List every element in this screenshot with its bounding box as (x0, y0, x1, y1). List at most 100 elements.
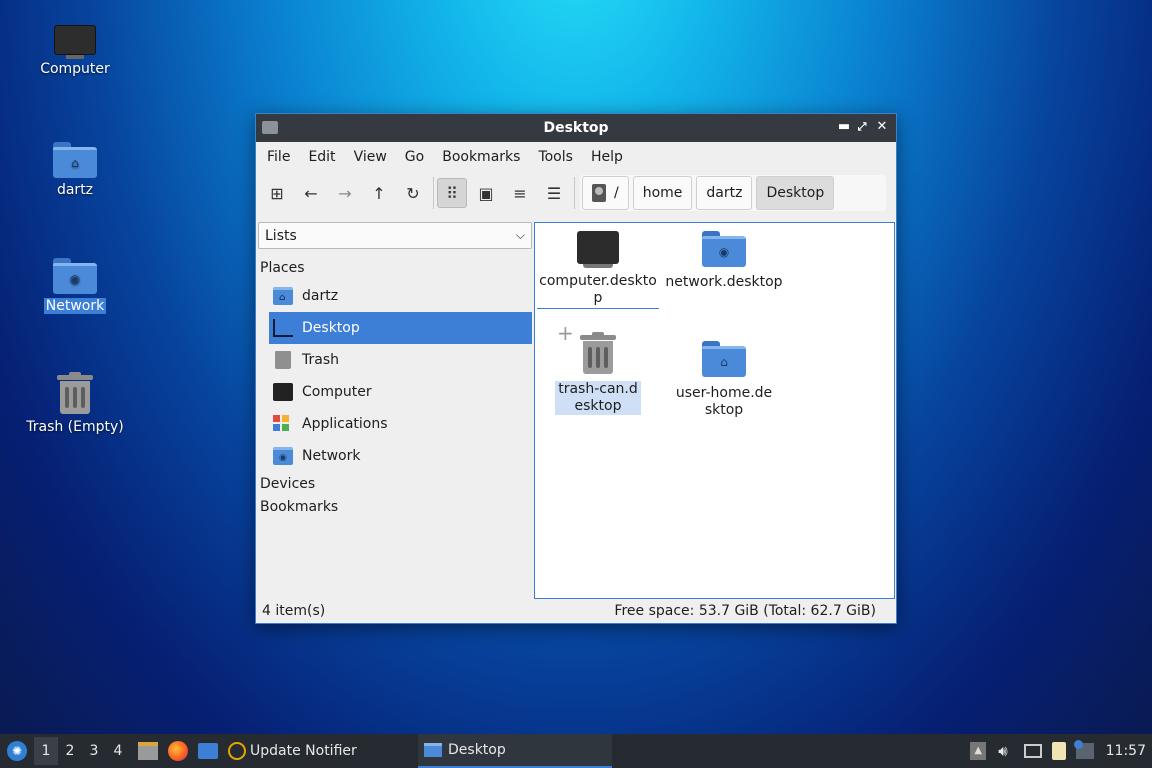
sidebar-item-label: Computer (302, 384, 372, 400)
clipboard-icon[interactable] (1051, 742, 1066, 760)
file-view[interactable]: computer.desktop ◉ network.desktop + tra… (534, 222, 895, 599)
menu-bookmarks[interactable]: Bookmarks (433, 149, 529, 165)
lubuntu-logo-icon: ✺ (7, 741, 27, 761)
monitor-icon (273, 383, 293, 401)
compact-view-button[interactable]: ≡ (505, 178, 535, 208)
trash-icon (580, 332, 616, 375)
menu-go[interactable]: Go (396, 149, 433, 165)
task-desktop[interactable]: Desktop (418, 734, 612, 768)
item-count: 4 item(s) (262, 603, 326, 619)
sidebar-item-applications[interactable]: Applications (269, 408, 532, 440)
thumbnail-view-button[interactable]: ▣ (471, 178, 501, 208)
monitor-icon (577, 231, 619, 269)
file-manager-window: Desktop ▬ ⤢ ✕ File Edit View Go Bookmark… (255, 113, 897, 624)
file-item-user-home-desktop[interactable]: ⌂ user-home.desktop (663, 341, 785, 419)
file-item-computer-desktop[interactable]: computer.desktop (537, 231, 659, 309)
menu-help[interactable]: Help (582, 149, 632, 165)
workspace-1[interactable]: 1 (34, 737, 58, 765)
workspace-4[interactable]: 4 (106, 743, 130, 759)
toolbar-separator (433, 177, 434, 209)
menu-file[interactable]: File (258, 149, 299, 165)
side-pane: Lists ⌵ Places ⌂ dartz Desktop Trash Com… (258, 222, 532, 601)
network-folder-icon: ◉ (273, 447, 293, 465)
sidebar-item-network[interactable]: ◉ Network (269, 440, 532, 472)
file-name: user-home.desktop (675, 385, 773, 418)
start-menu-button[interactable]: ✺ (0, 734, 34, 768)
clock[interactable]: 11:57 (1106, 743, 1146, 759)
home-folder-icon: ⌂ (53, 142, 97, 178)
applications-icon (273, 415, 291, 433)
home-folder-icon: ⌂ (702, 341, 746, 377)
plus-icon: + (557, 321, 574, 345)
desktop-icon-trash[interactable]: Trash (Empty) (20, 372, 130, 435)
folder-icon (424, 743, 442, 757)
desktop-icon-dartz[interactable]: ⌂ dartz (20, 142, 130, 198)
maximize-button[interactable]: ⤢ (854, 119, 870, 135)
desktop-icon-label: dartz (56, 182, 94, 198)
sidebar-item-label: dartz (302, 288, 339, 304)
update-alert-icon[interactable] (1073, 740, 1094, 759)
new-tab-button[interactable]: ⊞ (262, 178, 292, 208)
task-label: Desktop (448, 742, 506, 758)
firefox-launcher-icon[interactable] (168, 741, 188, 761)
path-root-button[interactable]: / (582, 176, 629, 210)
workspace-2[interactable]: 2 (58, 743, 82, 759)
devices-header[interactable]: Devices (258, 472, 532, 496)
file-manager-launcher-icon[interactable] (138, 742, 158, 760)
path-bar: / home dartz Desktop (580, 175, 886, 211)
task-label: Update Notifier (250, 743, 357, 759)
network-folder-icon: ◉ (702, 231, 746, 267)
sidebar-item-trash[interactable]: Trash (269, 344, 532, 376)
free-space: Free space: 53.7 GiB (Total: 62.7 GiB) (614, 603, 876, 619)
side-pane-mode-value: Lists (265, 227, 297, 244)
sidebar-item-label: Network (302, 448, 361, 464)
menu-edit[interactable]: Edit (299, 149, 344, 165)
file-item-network-desktop[interactable]: ◉ network.desktop (663, 231, 785, 291)
toolbar-separator (574, 177, 575, 209)
desktop-icon (273, 319, 293, 337)
close-button[interactable]: ✕ (874, 119, 890, 135)
desktop-icon-network[interactable]: ◉ Network (20, 258, 130, 314)
workspace-3[interactable]: 3 (82, 743, 106, 759)
up-button[interactable]: ↑ (364, 178, 394, 208)
sidebar-item-label: Desktop (302, 320, 360, 336)
back-button[interactable]: ← (296, 178, 326, 208)
sidebar-item-desktop[interactable]: Desktop (269, 312, 532, 344)
status-bar: 4 item(s) Free space: 53.7 GiB (Total: 6… (256, 599, 896, 623)
path-root-label: / (614, 185, 619, 201)
path-dartz-button[interactable]: dartz (696, 176, 753, 210)
minimize-button[interactable]: ▬ (836, 119, 852, 135)
desktop-icon-label: Trash (Empty) (26, 419, 124, 435)
trash-icon (57, 372, 93, 415)
side-pane-mode-select[interactable]: Lists ⌵ (258, 222, 532, 249)
menu-bar: File Edit View Go Bookmarks Tools Help (256, 142, 896, 172)
volume-icon[interactable]: 🔊︎ (998, 742, 1007, 760)
file-item-trash-can-desktop[interactable]: + trash-can.desktop (537, 323, 659, 415)
network-folder-icon: ◉ (53, 258, 97, 294)
network-status-icon[interactable] (1023, 744, 1042, 758)
path-desktop-button[interactable]: Desktop (756, 176, 835, 210)
bookmarks-header[interactable]: Bookmarks (258, 496, 532, 516)
sidebar-item-dartz[interactable]: ⌂ dartz (269, 280, 532, 312)
desktop-icon-label: Network (43, 298, 107, 314)
reload-button[interactable]: ↻ (398, 178, 428, 208)
desktop-icon-computer[interactable]: Computer (20, 25, 130, 77)
detailed-view-button[interactable]: ☰ (539, 178, 569, 208)
workspace-switcher: 1 2 3 4 (34, 734, 130, 768)
file-name: computer.desktop (537, 273, 659, 309)
sidebar-item-computer[interactable]: Computer (269, 376, 532, 408)
content-area: Lists ⌵ Places ⌂ dartz Desktop Trash Com… (256, 214, 896, 623)
menu-view[interactable]: View (345, 149, 396, 165)
menu-tools[interactable]: Tools (529, 149, 582, 165)
title-bar[interactable]: Desktop ▬ ⤢ ✕ (256, 114, 896, 142)
tray-expand-icon[interactable]: ▲ (970, 742, 987, 760)
quicklaunch (138, 734, 228, 768)
task-update-notifier[interactable]: Update Notifier (228, 734, 418, 768)
file-name: trash-can.desktop (555, 381, 641, 415)
file-name: network.desktop (665, 274, 783, 290)
forward-button[interactable]: → (330, 178, 360, 208)
icon-view-button[interactable]: ⠿ (437, 178, 467, 208)
path-home-button[interactable]: home (632, 176, 693, 210)
desktop-launcher-icon[interactable] (198, 743, 218, 759)
chevron-down-icon: ⌵ (515, 228, 525, 242)
